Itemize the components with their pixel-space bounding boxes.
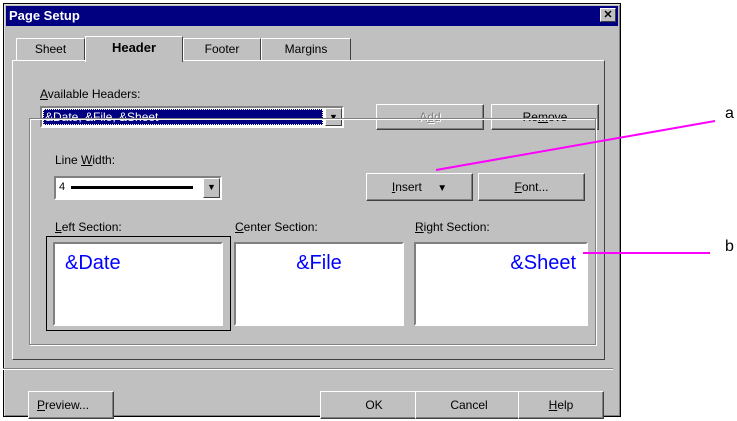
annotation-label-b: b bbox=[725, 238, 734, 255]
annotation-line-a bbox=[435, 120, 716, 171]
tab-header-label: Header bbox=[111, 40, 157, 55]
annotation-label-a: a bbox=[725, 105, 734, 122]
annotation-lines bbox=[435, 120, 716, 254]
tab-header[interactable]: Header bbox=[85, 36, 183, 62]
